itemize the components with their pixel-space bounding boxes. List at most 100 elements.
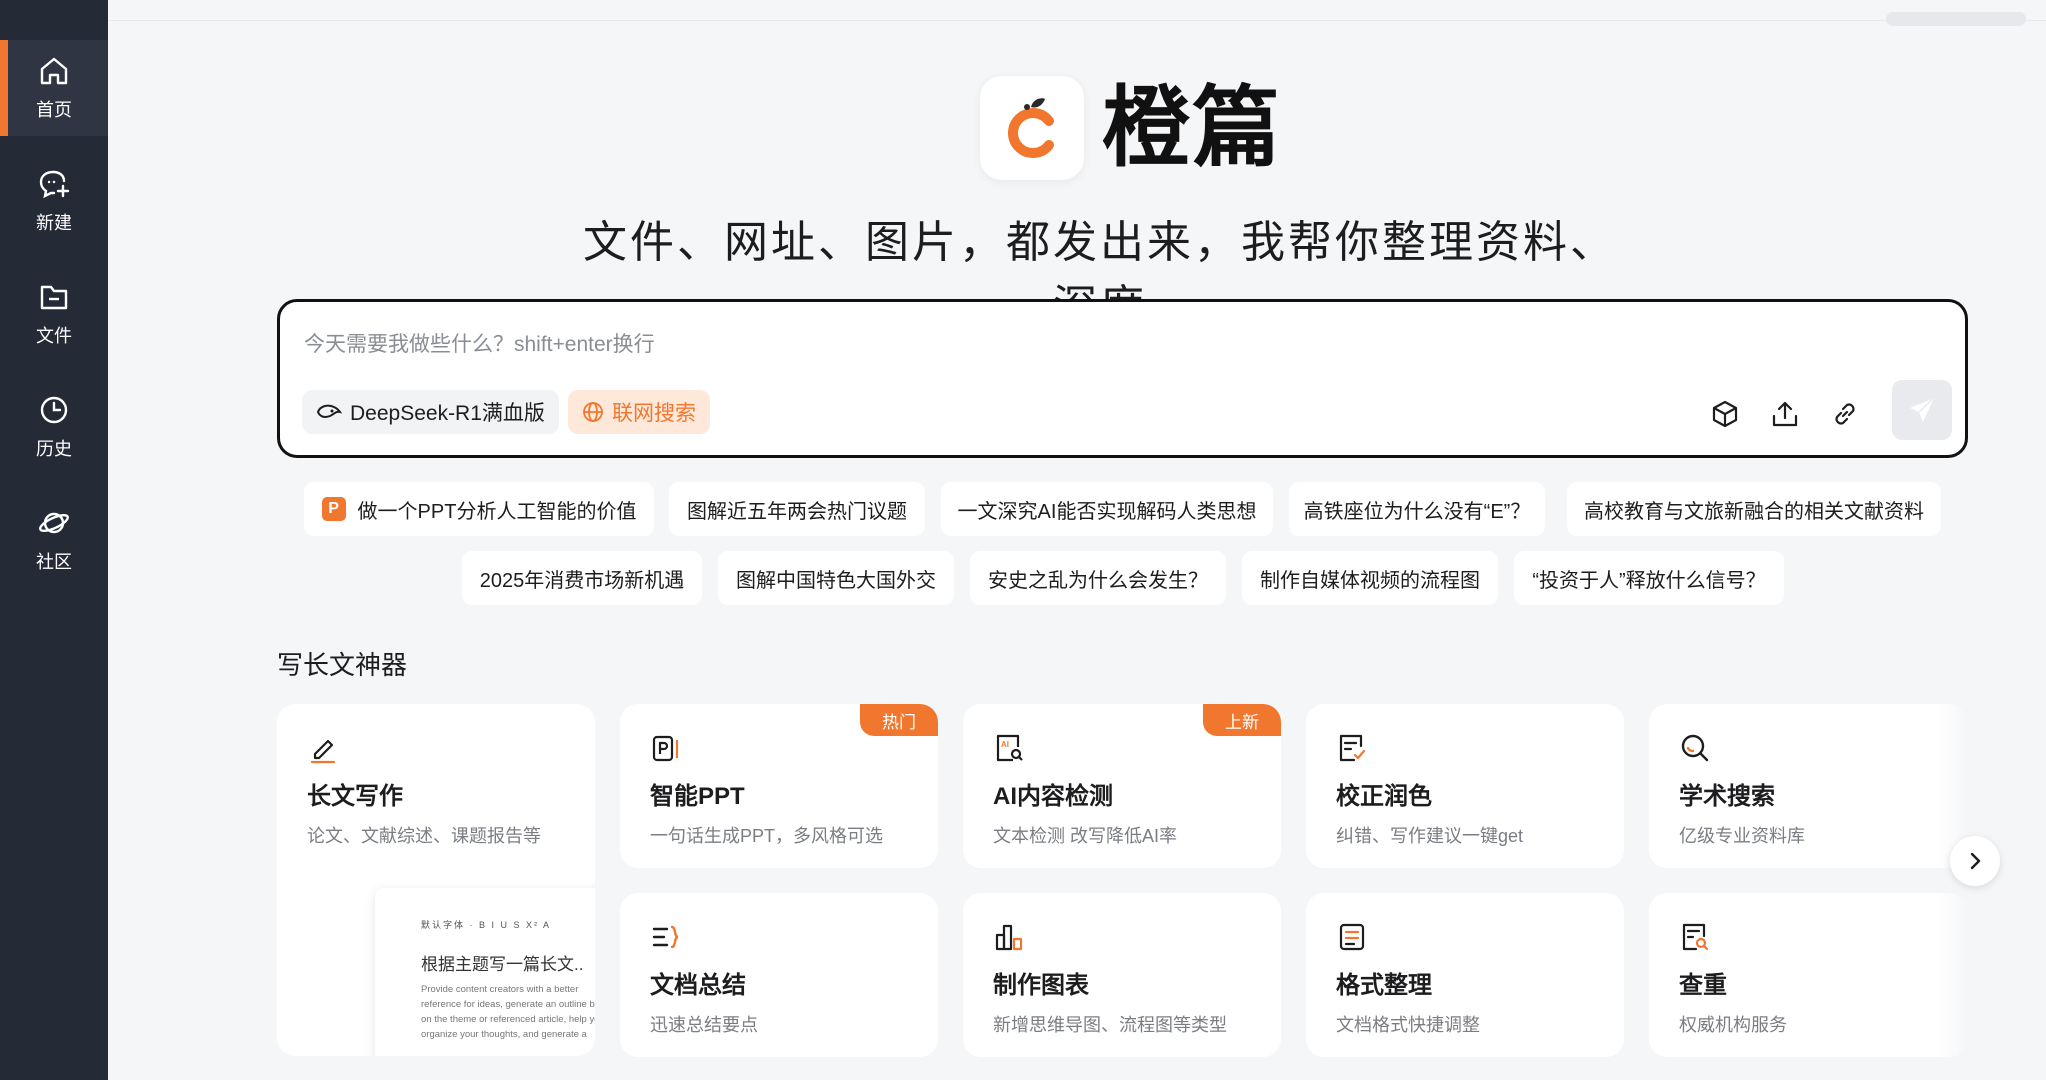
sidebar-item-label: 首页 — [36, 100, 72, 120]
section-title: 写长文神器 — [277, 650, 408, 680]
upload-icon — [1772, 401, 1798, 427]
card-title: 学术搜索 — [1679, 783, 1775, 810]
card-desc: 一句话生成PPT，多风格可选 — [650, 826, 884, 846]
new-badge: 上新 — [1203, 704, 1281, 736]
duplicate-check-icon — [1682, 923, 1709, 951]
card-title: 智能PPT — [650, 783, 745, 810]
card-title: 格式整理 — [1336, 972, 1432, 999]
web-search-chip[interactable]: 联网搜索 — [568, 390, 710, 434]
suggestion-label: 做一个PPT分析人工智能的价值 — [357, 500, 637, 523]
upload-button[interactable] — [1765, 394, 1805, 434]
send-button[interactable] — [1892, 380, 1952, 440]
tool-card-chart[interactable]: 制作图表 新增思维导图、流程图等类型 — [963, 893, 1281, 1057]
suggestion-chip[interactable]: “投资于人”释放什么信号？ — [1514, 551, 1784, 605]
proofread-icon — [1339, 734, 1366, 762]
tool-card-long-writing[interactable]: 长文写作 论文、文献综述、课题报告等 默认字体 · B I U S X² A 根… — [277, 704, 595, 1056]
sidebar: 首页 新建 文件 历史 社区 — [0, 0, 108, 1080]
card-title: AI内容检测 — [993, 783, 1113, 810]
preview-text: Provide content creators with a better r… — [421, 984, 595, 1040]
deepseek-whale-icon — [316, 404, 342, 418]
link-button[interactable] — [1825, 394, 1865, 434]
ppt-badge-icon: P — [321, 497, 346, 521]
top-right-control[interactable] — [1886, 12, 2026, 26]
suggestion-label: “投资于人”释放什么信号？ — [1532, 569, 1766, 592]
sidebar-item-home[interactable]: 首页 — [0, 40, 108, 136]
writing-preview: 默认字体 · B I U S X² A 根据主题写一篇长文.. Provide … — [375, 888, 595, 1056]
suggestion-label: 高铁座位为什么没有“E”？ — [1303, 500, 1531, 523]
card-title: 文档总结 — [650, 972, 746, 999]
suggestion-label: 安史之乱为什么会发生？ — [988, 569, 1208, 592]
card-title: 校正润色 — [1336, 783, 1432, 810]
tool-card-academic-search[interactable]: 学术搜索 亿级专业资料库 — [1649, 704, 1967, 868]
sidebar-item-new[interactable]: 新建 — [0, 153, 108, 249]
planet-icon — [39, 512, 69, 534]
preview-toolbar: 默认字体 · B I U S X² A — [421, 920, 552, 930]
sidebar-item-label: 社区 — [36, 552, 72, 572]
suggestion-label: 一文深究AI能否实现解码人类思想 — [957, 500, 1257, 523]
tool-card-ai-detect[interactable]: AI 上新 AI内容检测 文本检测 改写降低AI率 — [963, 704, 1281, 868]
suggestion-chip[interactable]: P 做一个PPT分析人工智能的价值 — [304, 482, 654, 536]
sidebar-item-community[interactable]: 社区 — [0, 492, 108, 588]
chart-icon — [995, 924, 1023, 951]
preview-title: 根据主题写一篇长文.. — [421, 955, 584, 974]
suggestion-label: 制作自媒体视频的流程图 — [1260, 569, 1480, 592]
tool-card-proofread[interactable]: 校正润色 纠错、写作建议一键get — [1306, 704, 1624, 868]
hot-badge: 热门 — [860, 704, 938, 736]
card-desc: 文本检测 改写降低AI率 — [993, 826, 1178, 846]
pen-icon — [310, 739, 336, 764]
card-title: 制作图表 — [993, 972, 1089, 999]
sidebar-item-label: 文件 — [36, 326, 72, 346]
send-icon — [1910, 397, 1935, 422]
card-desc: 亿级专业资料库 — [1679, 826, 1805, 846]
globe-icon — [583, 402, 603, 422]
new-chat-icon — [39, 170, 70, 199]
sidebar-item-label: 历史 — [36, 439, 72, 459]
suggestion-chip[interactable]: 2025年消费市场新机遇 — [462, 551, 702, 605]
suggestion-chip[interactable]: 一文深究AI能否实现解码人类思想 — [941, 482, 1273, 536]
suggestion-chip[interactable]: 图解中国特色大国外交 — [718, 551, 954, 605]
cube-icon — [1712, 400, 1738, 428]
summary-icon — [652, 925, 679, 949]
svg-text:AI: AI — [1001, 740, 1009, 749]
brand-name: 橙篇 — [1102, 78, 1283, 177]
tool-card-smart-ppt[interactable]: 热门 智能PPT 一句话生成PPT，多风格可选 — [620, 704, 938, 868]
sidebar-item-history[interactable]: 历史 — [0, 379, 108, 475]
format-icon — [1339, 923, 1365, 951]
clock-icon — [40, 396, 68, 424]
suggestion-label: 高校教育与文旅新融合的相关文献资料 — [1584, 500, 1924, 523]
card-desc: 迅速总结要点 — [650, 1015, 758, 1035]
ppt-icon — [652, 735, 679, 762]
link-icon — [1835, 403, 1855, 425]
search-icon — [1681, 734, 1709, 762]
prompt-input[interactable] — [304, 328, 1904, 362]
tool-card-summary[interactable]: 文档总结 迅速总结要点 — [620, 893, 938, 1057]
orange-logo-icon — [1008, 98, 1054, 158]
knowledge-base-button[interactable] — [1705, 394, 1745, 434]
chevron-right-icon — [1970, 852, 1981, 870]
suggestion-chip[interactable]: 制作自媒体视频的流程图 — [1242, 551, 1498, 605]
suggestion-chip[interactable]: 高铁座位为什么没有“E”？ — [1289, 482, 1545, 536]
card-desc: 纠错、写作建议一键get — [1336, 826, 1524, 846]
sidebar-item-label: 新建 — [36, 213, 72, 233]
sidebar-item-files[interactable]: 文件 — [0, 266, 108, 362]
suggestion-label: 图解近五年两会热门议题 — [687, 500, 907, 523]
tool-card-duplicate-check[interactable]: 查重 权威机构服务 — [1649, 893, 1967, 1057]
card-desc: 权威机构服务 — [1679, 1015, 1787, 1035]
prompt-input-box: DeepSeek-R1满血版 联网搜索 — [277, 299, 1968, 458]
card-desc: 论文、文献综述、课题报告等 — [307, 826, 541, 846]
card-title: 长文写作 — [307, 783, 403, 810]
card-desc: 新增思维导图、流程图等类型 — [993, 1015, 1227, 1035]
card-desc: 文档格式快捷调整 — [1336, 1015, 1480, 1035]
model-label: DeepSeek-R1满血版 — [350, 402, 545, 425]
suggestion-chip[interactable]: 安史之乱为什么会发生？ — [970, 551, 1226, 605]
header-divider — [108, 12, 2046, 26]
tool-card-format[interactable]: 格式整理 文档格式快捷调整 — [1306, 893, 1624, 1057]
suggestion-chip[interactable]: 高校教育与文旅新融合的相关文献资料 — [1567, 482, 1941, 536]
brand-logo — [980, 76, 1084, 180]
card-title: 查重 — [1679, 972, 1727, 999]
model-select-chip[interactable]: DeepSeek-R1满血版 — [302, 390, 559, 434]
carousel-next-button[interactable] — [1950, 836, 2000, 886]
suggestion-label: 2025年消费市场新机遇 — [479, 569, 685, 592]
suggestion-chip[interactable]: 图解近五年两会热门议题 — [669, 482, 925, 536]
web-search-label: 联网搜索 — [612, 402, 696, 425]
